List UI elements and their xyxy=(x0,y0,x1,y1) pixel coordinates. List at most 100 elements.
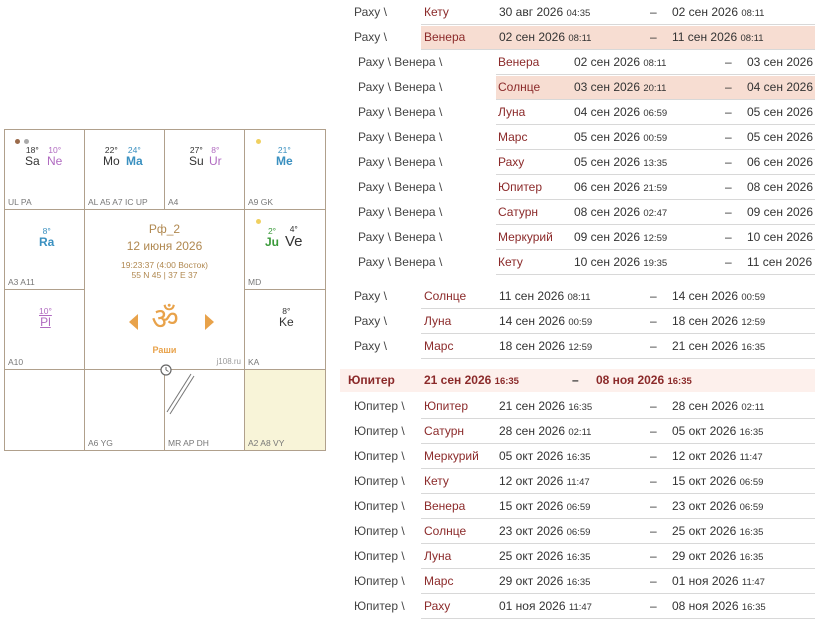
status-dot xyxy=(256,219,261,224)
status-dot xyxy=(24,139,29,144)
date-text: 25 окт 2026 xyxy=(672,524,737,538)
table-row[interactable]: Раху \ Венера \ Сатурн 08 сен 2026 02:47 – 0… xyxy=(340,200,815,225)
end-date: 05 сен 2026 xyxy=(747,100,813,125)
end-date: 12 окт 2026 11:47 xyxy=(672,444,763,469)
start-date: 11 сен 2026 08:11 xyxy=(499,284,591,309)
period-path: Раху \ Венера \ xyxy=(358,155,443,169)
date-text: 03 сен 2026 xyxy=(747,55,814,69)
table-row[interactable]: Юпитер \ Луна 25 окт 2026 16:35 – 29 окт 202… xyxy=(340,544,815,569)
planet-ve: 4° Ve xyxy=(285,224,303,250)
start-date: 21 сен 2026 16:35 xyxy=(424,368,519,393)
table-row[interactable]: Юпитер \ Венера 15 окт 2026 06:59 – 23 окт 2… xyxy=(340,494,815,519)
start-date: 30 авг 2026 04:35 xyxy=(499,0,590,25)
table-row[interactable]: Раху \ Венера \ Меркурий 09 сен 2026 12:59… xyxy=(340,225,815,250)
date-text: 28 сен 2026 xyxy=(672,399,739,413)
end-date: 08 ноя 2026 16:35 xyxy=(596,368,692,393)
time-text: 00:59 xyxy=(643,133,668,144)
chart-date: 12 июня 2026 xyxy=(126,239,203,253)
date-separator: – xyxy=(650,339,657,353)
table-row[interactable]: Раху \ Марс 18 сен 2026 12:59 – 21 сен 2026 … xyxy=(340,334,815,359)
date-text: 05 сен 2026 xyxy=(574,155,641,169)
house-9[interactable] xyxy=(5,370,85,450)
prev-arrow-icon[interactable] xyxy=(129,314,138,330)
chart-name: Рф_2 xyxy=(148,222,181,236)
start-date: 08 сен 2026 02:47 xyxy=(574,200,667,225)
house-4[interactable]: 2° Ju 4° Ve MD xyxy=(245,210,325,290)
period-planet: Марс xyxy=(498,130,528,144)
house-12[interactable]: 18° Sa 10° Ne UL PA xyxy=(5,130,85,210)
table-row[interactable]: Раху \ Венера \ Венера 02 сен 2026 08:11 – 0… xyxy=(340,50,815,75)
house-3[interactable]: 21° Me A9 GK xyxy=(245,130,325,210)
table-row[interactable]: Юпитер \ Сатурн 28 сен 2026 02:11 – 05 окт 2… xyxy=(340,419,815,444)
house-5[interactable]: 8° Ke KA xyxy=(245,290,325,370)
table-row[interactable]: Раху \ Венера \ Луна 04 сен 2026 06:59 – 05 … xyxy=(340,100,815,125)
end-date: 15 окт 2026 06:59 xyxy=(672,469,763,494)
date-text: 10 сен 2026 xyxy=(747,230,814,244)
table-row[interactable]: Раху \ Кету 30 авг 2026 04:35 – 02 сен 2026 … xyxy=(340,0,815,25)
end-date: 08 ноя 2026 16:35 xyxy=(672,594,766,619)
table-row[interactable]: Раху \ Венера 02 сен 2026 08:11 – 11 сен 202… xyxy=(340,25,815,50)
period-path: Раху \ Венера \ xyxy=(358,255,443,269)
start-date: 29 окт 2026 16:35 xyxy=(499,569,590,594)
period-planet: Венера xyxy=(424,499,466,513)
time-text: 13:35 xyxy=(643,158,668,169)
time-text: 08:11 xyxy=(643,58,667,69)
group-header-row[interactable]: Юпитер 21 сен 2026 16:35 – 08 ноя 2026 16:3… xyxy=(340,368,815,393)
start-date: 14 сен 2026 00:59 xyxy=(499,309,592,334)
end-date: 28 сен 2026 02:11 xyxy=(672,394,764,419)
planet-ma: 24° Ma xyxy=(126,145,143,168)
next-arrow-icon[interactable] xyxy=(205,314,214,330)
table-row[interactable]: Раху \ Венера \ Кету 10 сен 2026 19:35 – 11 … xyxy=(340,250,815,275)
status-dot xyxy=(15,139,20,144)
date-separator: – xyxy=(650,499,657,513)
table-row[interactable]: Раху \ Венера \ Юпитер 06 сен 2026 21:59 – 0… xyxy=(340,175,815,200)
house-11[interactable]: 8° Ra A3 A11 xyxy=(5,210,85,290)
planet-ra: 8° Ra xyxy=(39,226,55,249)
house-2[interactable]: 27° Su 8° Ur A4 xyxy=(165,130,245,210)
table-row[interactable]: Юпитер \ Марс 29 окт 2026 16:35 – 01 ноя 202… xyxy=(340,569,815,594)
end-date: 03 сен 2026 xyxy=(747,50,813,75)
varga-label[interactable]: Раши xyxy=(85,345,244,355)
table-row[interactable]: Раху \ Венера \ Раху 05 сен 2026 13:35 – 06 … xyxy=(340,150,815,175)
end-date: 08 сен 2026 xyxy=(747,175,813,200)
period-planet: Луна xyxy=(424,549,452,563)
house-10[interactable]: 10° Pl A10 xyxy=(5,290,85,370)
period-planet: Марс xyxy=(424,339,454,353)
table-row[interactable]: Раху \ Венера \ Марс 05 сен 2026 00:59 – 05 … xyxy=(340,125,815,150)
table-row[interactable]: Раху \ Солнце 11 сен 2026 08:11 – 14 сен 202… xyxy=(340,284,815,309)
house-1[interactable]: 22° Mo 24° Ma AL A5 A7 IC UP xyxy=(85,130,165,210)
table-row[interactable]: Юпитер \ Солнце 23 окт 2026 06:59 – 25 окт 2… xyxy=(340,519,815,544)
house-label: A9 GK xyxy=(248,197,274,207)
time-text: 20:11 xyxy=(643,83,667,94)
house-7[interactable]: MR AP DH xyxy=(165,370,245,450)
time-text: 12:59 xyxy=(568,342,593,353)
chart-time-place: 19:23:37 (4:00 Восток) 55 N 45 | 37 E 37 xyxy=(85,260,244,280)
site-label: j108.ru xyxy=(216,357,241,366)
table-row[interactable]: Раху \ Луна 14 сен 2026 00:59 – 18 сен 2026 … xyxy=(340,309,815,334)
house-label: A3 A11 xyxy=(8,277,35,287)
table-row[interactable]: Юпитер \ Раху 01 ноя 2026 11:47 – 08 ноя 202… xyxy=(340,594,815,619)
date-text: 11 сен 2026 xyxy=(499,289,565,303)
date-text: 25 окт 2026 xyxy=(499,549,564,563)
house-8[interactable]: A6 YG xyxy=(85,370,165,450)
end-date: 18 сен 2026 12:59 xyxy=(672,309,765,334)
table-row[interactable]: Раху \ Венера \ Солнце 03 сен 2026 20:11 – 0… xyxy=(340,75,815,100)
house-6[interactable]: A2 A8 VY xyxy=(245,370,325,450)
date-text: 03 сен 2026 xyxy=(574,80,641,94)
time-text: 08:11 xyxy=(568,33,592,44)
start-date: 01 ноя 2026 11:47 xyxy=(499,594,592,619)
clock-icon[interactable] xyxy=(160,364,172,376)
date-text: 05 сен 2026 xyxy=(574,130,641,144)
house-label: MD xyxy=(248,277,262,287)
date-text: 02 сен 2026 xyxy=(672,5,739,19)
period-path: Юпитер \ xyxy=(354,574,405,588)
chart-center: Рф_2 12 июня 2026 19:23:37 (4:00 Восток)… xyxy=(85,210,245,370)
table-row[interactable]: Юпитер \ Юпитер 21 сен 2026 16:35 – 28 сен 2… xyxy=(340,394,815,419)
time-text: 02:47 xyxy=(643,208,668,219)
date-text: 14 сен 2026 xyxy=(672,289,739,303)
table-row[interactable]: Юпитер \ Кету 12 окт 2026 11:47 – 15 окт 202… xyxy=(340,469,815,494)
period-planet: Солнце xyxy=(498,80,541,94)
table-row[interactable]: Юпитер \ Меркурий 05 окт 2026 16:35 – 12 окт… xyxy=(340,444,815,469)
start-date: 02 сен 2026 08:11 xyxy=(499,25,591,50)
time-text: 16:35 xyxy=(494,376,519,387)
